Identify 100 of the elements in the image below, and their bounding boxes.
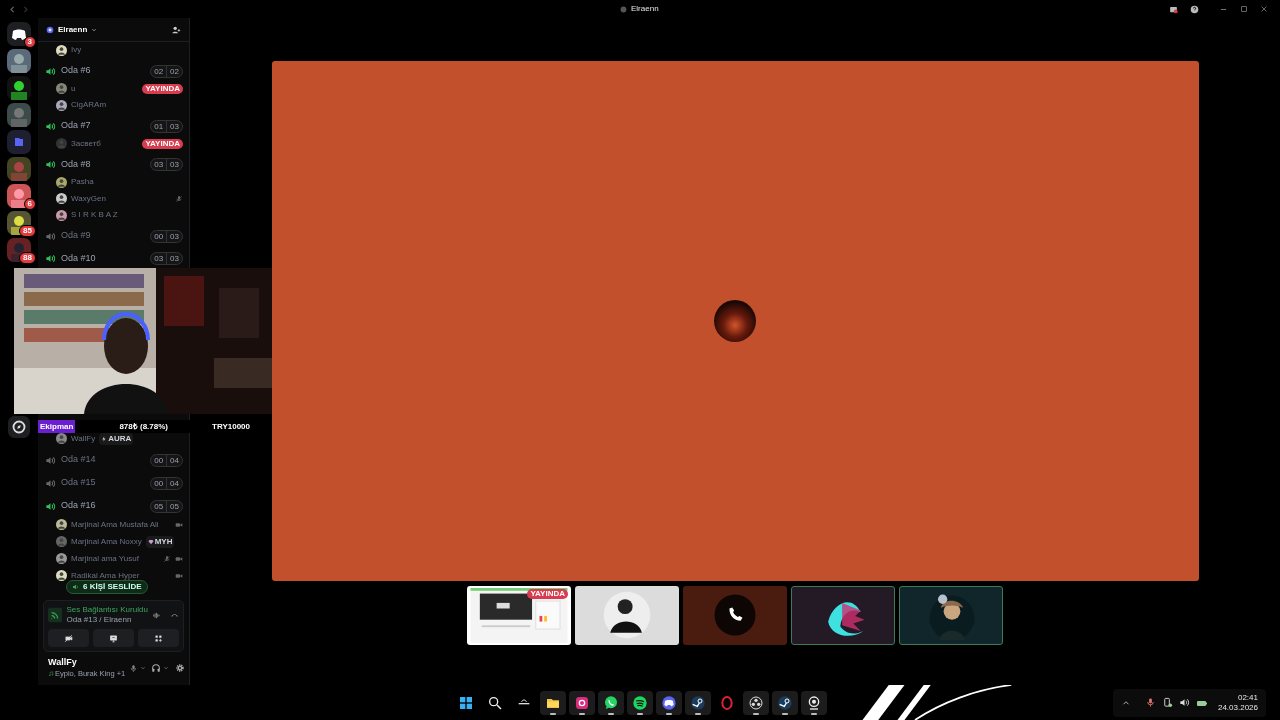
volume-icon[interactable] (1178, 697, 1190, 708)
goal-amount: 878₺ (8.78%) (119, 420, 168, 433)
voice-channel[interactable]: Oda #9 00 03 (38, 226, 189, 246)
voice-channel[interactable]: Oda #10 03 03 (38, 248, 189, 268)
add-user-icon[interactable] (171, 24, 181, 35)
count-text: 03 (166, 230, 182, 242)
soundwave-icon[interactable] (151, 610, 160, 620)
video-icon (175, 520, 183, 529)
screen-share-icon (109, 633, 118, 643)
maximize-icon[interactable] (1240, 5, 1248, 13)
date-text: 24.03.2026 (1217, 702, 1258, 713)
voice-user[interactable]: Ivy (38, 42, 189, 59)
taskbar-button[interactable] (569, 691, 595, 715)
help-icon[interactable] (1190, 4, 1199, 14)
server-icon[interactable] (7, 238, 31, 262)
taskbar-button[interactable] (801, 691, 827, 715)
voice-channel[interactable]: Oda #7 01 03 (38, 116, 189, 136)
channel-name: Oda #10 (61, 251, 96, 265)
voice-channel[interactable]: Oda #15 00 04 (38, 473, 189, 493)
lightning-icon (101, 435, 108, 442)
taskbar-button[interactable] (627, 691, 653, 715)
count-text: 00 (153, 230, 165, 242)
steam-icon (777, 695, 793, 711)
voice-user[interactable]: Marjinal ama Yusuf (38, 550, 189, 567)
clock[interactable]: 02:41 24.03.2026 (1217, 692, 1258, 713)
voice-channel[interactable]: Oda #6 02 02 (38, 61, 189, 81)
channel-name: Oda #6 (61, 64, 91, 78)
chevron-down-icon[interactable] (91, 26, 98, 33)
taskbar-button[interactable] (743, 691, 769, 715)
taskbar-button[interactable] (540, 691, 566, 715)
voice-user[interactable]: CigARAm (38, 97, 189, 114)
user-name: Marjinal Ama Mustafa Ali (71, 518, 159, 531)
running-indicator (753, 713, 759, 715)
voice-user[interactable]: u YAYINDA (38, 80, 189, 97)
avatar (56, 570, 67, 581)
taskbar-button[interactable] (685, 691, 711, 715)
live-badge: YAYINDA (527, 589, 568, 599)
discord-logo-icon[interactable] (7, 22, 31, 46)
phone-icon[interactable] (1161, 697, 1173, 708)
server-icon[interactable] (7, 211, 31, 235)
tag-text: MYH (154, 535, 173, 548)
avatar (56, 138, 67, 150)
running-indicator (666, 713, 672, 715)
server-icon (620, 5, 627, 13)
channel-name: Oda #7 (61, 119, 91, 133)
screen-share-button[interactable] (93, 629, 134, 647)
voice-user[interactable]: Marjinal Ama Mustafa Ali (38, 516, 189, 533)
voice-channel[interactable]: Oda #14 00 04 (38, 450, 189, 470)
running-indicator (811, 713, 817, 715)
user-name: Засветб (71, 137, 101, 150)
count-text: 04 (166, 454, 182, 466)
server-name[interactable]: Elraenn (58, 23, 88, 36)
webcam-icon (806, 695, 822, 711)
voice-user[interactable]: WaxyGen (38, 190, 189, 208)
microphone-icon[interactable] (129, 663, 139, 673)
voice-channel[interactable]: Oda #16 05 05 (38, 496, 189, 516)
voice-user[interactable]: Marjinal Ama Noxxy MYH (38, 533, 189, 550)
running-indicator (695, 713, 701, 715)
taskbar-button[interactable] (772, 691, 798, 715)
tag-text: AURA (108, 432, 132, 445)
camera-off-button[interactable] (48, 629, 89, 647)
activities-button[interactable] (138, 629, 179, 647)
unread-badge: 85 (19, 225, 36, 237)
taskbar-button[interactable] (656, 691, 682, 715)
time-text: 02:41 (1237, 692, 1258, 703)
voice-user[interactable]: S I R K B A Z (38, 207, 189, 224)
live-badge: YAYINDA (142, 83, 183, 94)
compass-icon[interactable] (8, 416, 30, 438)
headphones-icon[interactable] (151, 663, 162, 673)
voice-channel[interactable]: Oda #8 03 03 (38, 155, 189, 175)
server-icon[interactable] (7, 49, 31, 73)
close-icon[interactable] (1260, 5, 1268, 13)
voice-user[interactable]: Pasha (38, 174, 189, 191)
count-text: 05 (166, 500, 182, 512)
avatar (56, 519, 67, 530)
folder-icon[interactable] (7, 130, 31, 154)
channel-name: Oda #14 (61, 453, 96, 467)
participant-tile[interactable]: YAYINDA (467, 586, 571, 645)
speaker-icon (72, 583, 80, 591)
server-icon[interactable] (7, 76, 31, 100)
inbox-icon[interactable] (1169, 4, 1178, 14)
server-icon[interactable] (7, 184, 31, 208)
user-name: CigARAm (71, 99, 107, 112)
music-note-icon (48, 670, 54, 677)
user-name: S I R K B A Z (71, 209, 118, 222)
muted-mic-icon (175, 194, 183, 203)
back-icon[interactable] (8, 4, 17, 14)
settings-icon[interactable] (175, 663, 186, 673)
avatar (56, 536, 67, 547)
avatar (56, 193, 67, 205)
voice-user[interactable]: Засветб YAYINDA (38, 135, 189, 153)
voice-location[interactable]: Oda #13 / Elraenn (66, 615, 148, 625)
activities-icon (154, 633, 163, 643)
count-text: 00 (153, 454, 165, 466)
goal-target: TRY10000 (212, 420, 250, 433)
user-name: Radikal Ama Hyper (71, 569, 140, 582)
channel-name: Oda #16 (61, 499, 96, 513)
taskbar-button[interactable] (598, 691, 624, 715)
goal-label: Ekipman (38, 420, 76, 433)
microphone-icon[interactable] (1144, 697, 1156, 708)
